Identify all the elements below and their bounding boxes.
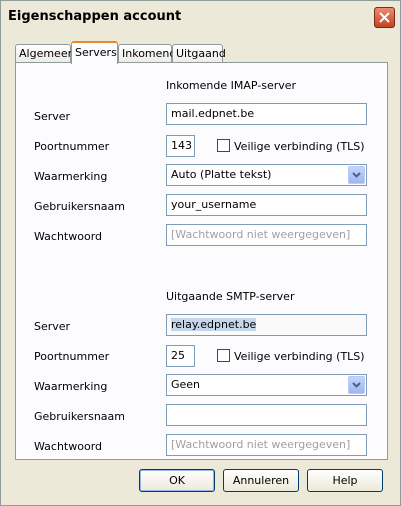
window-title: Eigenschappen account — [8, 9, 182, 24]
title-bar[interactable]: Eigenschappen account — [1, 1, 400, 31]
outgoing-port-value: 25 — [171, 349, 185, 362]
incoming-username-input[interactable]: your_username — [166, 194, 367, 216]
incoming-username-value: your_username — [171, 198, 257, 211]
outgoing-port-input[interactable]: 25 — [166, 345, 195, 367]
incoming-auth-value: Auto (Platte tekst) — [171, 168, 272, 181]
incoming-auth-select[interactable]: Auto (Platte tekst) — [166, 164, 367, 186]
outgoing-username-label: Gebruikersnaam — [34, 410, 125, 423]
tab-algemeen[interactable]: Algemeen — [15, 44, 75, 63]
incoming-tls-checkbox[interactable] — [217, 139, 230, 152]
incoming-server-label: Server — [34, 110, 71, 123]
incoming-server-input[interactable]: mail.edpnet.be — [166, 103, 367, 125]
outgoing-server-value: relay.edpnet.be — [171, 318, 257, 331]
incoming-password-input[interactable]: [Wachtwoord niet weergegeven] — [166, 224, 367, 246]
chevron-down-icon — [352, 172, 361, 178]
incoming-port-label: Poortnummer — [34, 140, 110, 153]
incoming-username-label: Gebruikersnaam — [34, 200, 125, 213]
help-button[interactable]: Help — [307, 469, 383, 492]
tab-servers[interactable]: Servers — [71, 41, 118, 64]
incoming-port-value: 143 — [171, 139, 192, 152]
outgoing-server-input[interactable]: relay.edpnet.be — [166, 314, 367, 336]
outgoing-tls-checkbox[interactable] — [217, 349, 230, 362]
ok-button[interactable]: OK — [139, 469, 215, 492]
outgoing-password-placeholder: [Wachtwoord niet weergegeven] — [171, 438, 351, 451]
outgoing-auth-label: Waarmerking — [34, 380, 108, 393]
chevron-down-icon — [352, 382, 361, 388]
outgoing-tls-label[interactable]: Veilige verbinding (TLS) — [234, 350, 365, 363]
tab-uitgaand[interactable]: Uitgaand — [172, 44, 226, 63]
outgoing-auth-value: Geen — [171, 378, 201, 391]
close-icon — [379, 12, 390, 23]
incoming-server-heading: Inkomende IMAP-server — [166, 79, 297, 92]
outgoing-username-input[interactable] — [166, 404, 367, 426]
servers-panel: Inkomende IMAP-server Server mail.edpnet… — [15, 62, 388, 460]
outgoing-auth-select[interactable]: Geen — [166, 374, 367, 396]
incoming-password-label: Wachtwoord — [34, 230, 103, 243]
outgoing-server-label: Server — [34, 320, 71, 333]
incoming-password-placeholder: [Wachtwoord niet weergegeven] — [171, 228, 351, 241]
incoming-port-input[interactable]: 143 — [166, 135, 195, 157]
account-properties-dialog: Eigenschappen account Algemeen Servers I… — [0, 0, 401, 506]
outgoing-password-label: Wachtwoord — [34, 440, 103, 453]
incoming-auth-label: Waarmerking — [34, 170, 108, 183]
incoming-tls-label[interactable]: Veilige verbinding (TLS) — [234, 140, 365, 153]
close-button[interactable] — [374, 7, 395, 28]
outgoing-server-heading: Uitgaande SMTP-server — [166, 290, 295, 303]
outgoing-password-input[interactable]: [Wachtwoord niet weergegeven] — [166, 434, 367, 456]
outgoing-auth-dropdown-button[interactable] — [348, 376, 365, 394]
outgoing-port-label: Poortnummer — [34, 350, 110, 363]
cancel-button[interactable]: Annuleren — [223, 469, 299, 492]
incoming-server-value: mail.edpnet.be — [171, 107, 255, 120]
incoming-auth-dropdown-button[interactable] — [348, 166, 365, 184]
tab-inkomend[interactable]: Inkomend — [118, 44, 176, 63]
